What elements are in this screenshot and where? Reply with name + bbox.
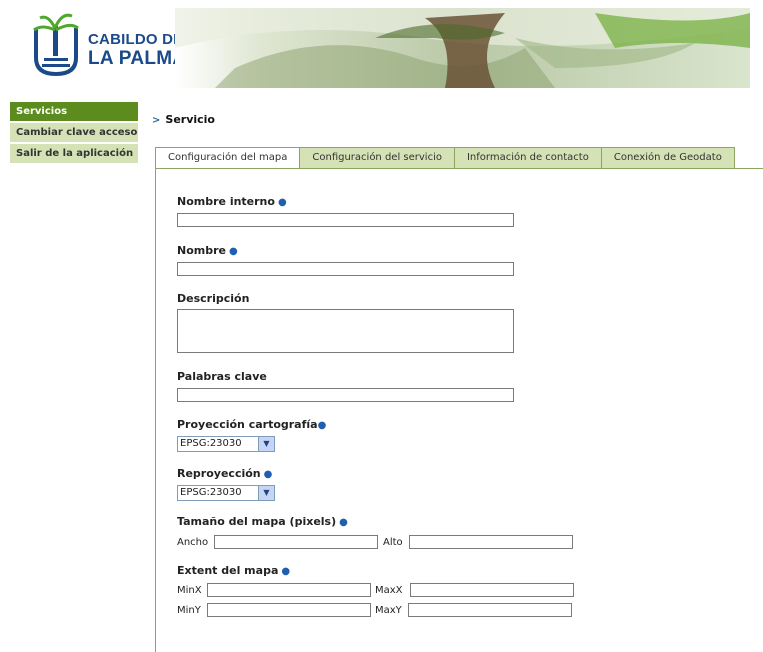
maxx-input[interactable]	[410, 583, 574, 597]
header-banner-image	[175, 8, 750, 88]
nombre-interno-label: Nombre interno ●	[177, 195, 287, 208]
miny-input[interactable]	[207, 603, 371, 617]
sidebar-item-label: Cambiar clave acceso	[16, 127, 138, 138]
maxy-label: MaxY	[375, 605, 402, 616]
tab-configuracion-servicio[interactable]: Configuración del servicio	[300, 147, 455, 169]
required-marker-icon: ●	[263, 469, 273, 480]
alto-input[interactable]	[409, 535, 573, 549]
proyeccion-label-text: Proyección cartografía	[177, 418, 318, 431]
descripcion-textarea[interactable]	[177, 309, 514, 353]
nombre-interno-label-text: Nombre interno	[177, 195, 275, 208]
header: CABILDO DE LA PALMA	[0, 0, 763, 95]
tab-bar: Configuración del mapa Configuración del…	[155, 147, 735, 169]
extent-label-text: Extent del mapa	[177, 564, 279, 577]
minx-label: MinX	[177, 585, 202, 596]
tab-panel	[155, 168, 763, 652]
breadcrumb-arrow-icon: >	[152, 115, 161, 126]
reproyeccion-label: Reproyección ●	[177, 467, 272, 480]
tab-configuracion-mapa[interactable]: Configuración del mapa	[155, 147, 301, 169]
descripcion-label: Descripción	[177, 292, 250, 305]
sidebar-item-label: Salir de la aplicación	[16, 148, 134, 159]
minx-input[interactable]	[207, 583, 371, 597]
palabras-clave-label: Palabras clave	[177, 370, 267, 383]
maxx-label: MaxX	[375, 585, 403, 596]
alto-label: Alto	[383, 537, 403, 548]
required-marker-icon: ●	[281, 566, 291, 577]
required-marker-icon: ●	[228, 246, 238, 257]
proyeccion-select[interactable]: EPSG:23030 ▼	[177, 436, 275, 452]
tamano-label-text: Tamaño del mapa (pixels)	[177, 515, 337, 528]
nombre-interno-input[interactable]	[177, 213, 514, 227]
sidebar-item-cambiar-clave[interactable]: Cambiar clave acceso	[10, 123, 138, 142]
tamano-label: Tamaño del mapa (pixels) ●	[177, 515, 348, 528]
reproyeccion-select[interactable]: EPSG:23030 ▼	[177, 485, 275, 501]
ancho-input[interactable]	[214, 535, 378, 549]
brand-line-1: CABILDO DE	[88, 31, 184, 48]
brand-line-2: LA PALMA	[88, 48, 187, 69]
sidebar-item-label: Servicios	[16, 106, 68, 117]
nombre-label: Nombre ●	[177, 244, 238, 257]
sidebar: Servicios Cambiar clave acceso Salir de …	[10, 102, 138, 165]
required-marker-icon: ●	[339, 517, 348, 528]
extent-label: Extent del mapa ●	[177, 564, 290, 577]
breadcrumb-label: Servicio	[165, 113, 215, 126]
required-marker-icon: ●	[317, 420, 327, 431]
ancho-label: Ancho	[177, 537, 209, 548]
proyeccion-label: Proyección cartografía●	[177, 418, 326, 431]
miny-label: MinY	[177, 605, 201, 616]
palabras-clave-input[interactable]	[177, 388, 514, 402]
reproyeccion-label-text: Reproyección	[177, 467, 261, 480]
chevron-down-icon[interactable]: ▼	[258, 486, 274, 500]
proyeccion-selected-value: EPSG:23030	[180, 438, 242, 449]
breadcrumb: > Servicio	[152, 113, 215, 126]
nombre-input[interactable]	[177, 262, 514, 276]
required-marker-icon: ●	[277, 197, 287, 208]
tab-conexion-geodato[interactable]: Conexión de Geodato	[601, 147, 735, 169]
tab-informacion-contacto[interactable]: Información de contacto	[454, 147, 602, 169]
maxy-input[interactable]	[408, 603, 572, 617]
reproyeccion-selected-value: EPSG:23030	[180, 487, 242, 498]
sidebar-item-salir[interactable]: Salir de la aplicación	[10, 144, 138, 163]
nombre-label-text: Nombre	[177, 244, 226, 257]
brand-name: CABILDO DE LA PALMA	[88, 30, 186, 68]
sidebar-item-servicios[interactable]: Servicios	[10, 102, 138, 121]
cabildo-logo-icon	[33, 13, 79, 77]
chevron-down-icon[interactable]: ▼	[258, 437, 274, 451]
